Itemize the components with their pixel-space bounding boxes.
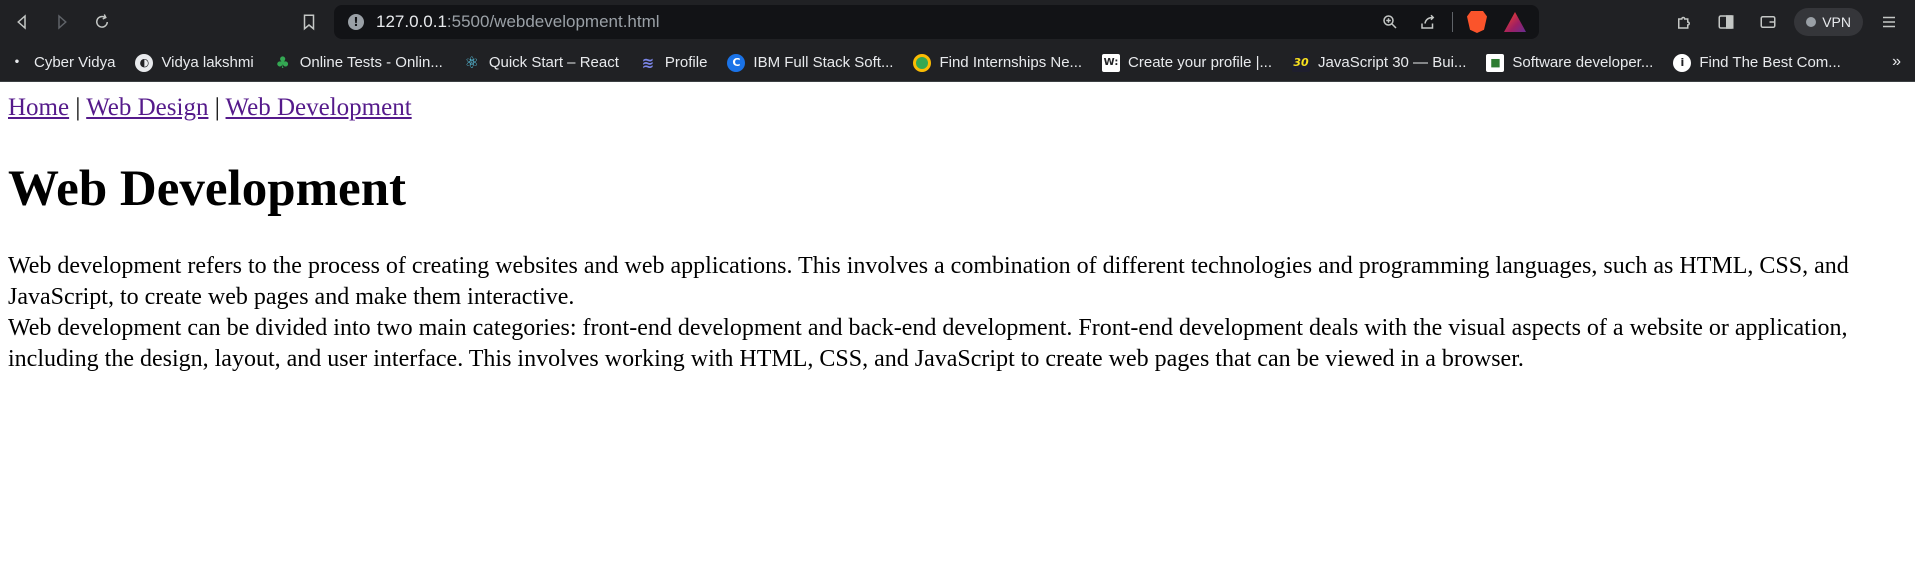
brave-shields-button[interactable] bbox=[1463, 8, 1491, 36]
info-icon: i bbox=[1673, 53, 1692, 72]
address-bar[interactable]: ! 127.0.0.1:5500/webdevelopment.html bbox=[334, 5, 1539, 39]
internship-icon bbox=[913, 53, 932, 72]
bookmark-label: Find Internships Ne... bbox=[939, 54, 1083, 71]
vpn-button[interactable]: VPN bbox=[1794, 8, 1863, 36]
profile-icon: ≋ bbox=[641, 53, 655, 72]
address-bar-actions bbox=[1376, 5, 1529, 39]
bookmarks-bar: • Cyber Vidya ◐ Vidya lakshmi ♣ Online T… bbox=[0, 44, 1915, 82]
bookmarks-overflow-button[interactable]: » bbox=[1892, 53, 1901, 71]
bookmark-page-button[interactable] bbox=[293, 6, 325, 38]
zoom-icon bbox=[1383, 15, 1397, 29]
sidebar-icon bbox=[1718, 15, 1734, 29]
brave-rewards-button[interactable] bbox=[1501, 8, 1529, 36]
zoom-button[interactable] bbox=[1376, 8, 1404, 36]
bookmark-find-internships[interactable]: Find Internships Ne... bbox=[913, 53, 1083, 72]
url-host: 127.0.0.1 bbox=[376, 12, 447, 31]
bookmark-label: Online Tests - Onlin... bbox=[299, 54, 443, 71]
reload-button[interactable] bbox=[86, 6, 118, 38]
reload-icon bbox=[96, 14, 108, 28]
url-path: :5500/webdevelopment.html bbox=[446, 12, 660, 31]
nav-link-web-design[interactable]: Web Design bbox=[86, 94, 208, 121]
coursera-icon: C bbox=[727, 53, 746, 72]
sidebar-button[interactable] bbox=[1710, 6, 1742, 38]
nav-buttons bbox=[6, 6, 118, 38]
job-icon: ■ bbox=[1486, 53, 1505, 72]
menu-button[interactable] bbox=[1873, 6, 1905, 38]
paragraph-intro: Web development refers to the process of… bbox=[8, 253, 1849, 310]
share-button[interactable] bbox=[1414, 8, 1442, 36]
bookmark-online-tests[interactable]: ♣ Online Tests - Onlin... bbox=[274, 53, 443, 72]
page-title: Web Development bbox=[8, 161, 407, 217]
paragraph-categories: Web development can be divided into two … bbox=[8, 315, 1848, 372]
bookmark-label: Find The Best Com... bbox=[1699, 54, 1841, 71]
vpn-label: VPN bbox=[1822, 14, 1851, 30]
bookmark-find-best-company[interactable]: i Find The Best Com... bbox=[1673, 53, 1841, 72]
bookmark-create-profile[interactable]: W: Create your profile |... bbox=[1102, 53, 1273, 72]
bookmark-ibm-full-stack[interactable]: C IBM Full Stack Soft... bbox=[727, 53, 894, 72]
page-content: Home | Web Design | Web Development Web … bbox=[0, 95, 1915, 375]
bookmark-profile[interactable]: ≋ Profile bbox=[639, 54, 708, 72]
brave-lion-icon bbox=[1467, 11, 1487, 33]
bookmark-label: Create your profile |... bbox=[1128, 54, 1273, 71]
cyber-vidya-icon: • bbox=[13, 57, 21, 68]
puzzle-icon bbox=[1678, 16, 1691, 29]
bookmark-icon bbox=[303, 14, 315, 31]
site-info-icon[interactable]: ! bbox=[348, 14, 364, 30]
share-icon bbox=[1421, 14, 1435, 29]
wallet-button[interactable] bbox=[1752, 6, 1784, 38]
back-arrow-icon bbox=[17, 14, 26, 30]
bookmark-cyber-vidya[interactable]: • Cyber Vidya bbox=[8, 54, 116, 72]
page-body: Web development refers to the process of… bbox=[8, 251, 1908, 375]
forward-arrow-icon bbox=[58, 14, 67, 30]
w-icon: W: bbox=[1102, 53, 1121, 72]
hamburger-menu-icon bbox=[1883, 16, 1895, 28]
separator bbox=[1452, 12, 1453, 32]
site-nav: Home | Web Design | Web Development bbox=[8, 95, 1907, 121]
forward-button[interactable] bbox=[46, 6, 78, 38]
bookmark-javascript-30[interactable]: 30 JavaScript 30 — Bui... bbox=[1292, 53, 1467, 72]
bookmark-label: Cyber Vidya bbox=[34, 54, 116, 71]
nav-link-home[interactable]: Home bbox=[8, 94, 69, 121]
vpn-status-icon bbox=[1806, 17, 1817, 27]
bookmark-label: Quick Start – React bbox=[488, 54, 619, 71]
bookmark-label: Software developer... bbox=[1512, 54, 1654, 71]
bookmark-react[interactable]: ⚛ Quick Start – React bbox=[463, 53, 619, 72]
bookmark-software-developer[interactable]: ■ Software developer... bbox=[1486, 53, 1654, 72]
bat-triangle-icon bbox=[1504, 12, 1526, 32]
bookmark-vidya-lakshmi[interactable]: ◐ Vidya lakshmi bbox=[135, 53, 254, 72]
nav-separator: | bbox=[214, 94, 220, 121]
bookmark-label: JavaScript 30 — Bui... bbox=[1318, 54, 1467, 71]
globe-icon: ◐ bbox=[135, 53, 154, 72]
wallet-icon bbox=[1760, 16, 1776, 28]
react-icon: ⚛ bbox=[464, 53, 479, 72]
bookmark-label: Vidya lakshmi bbox=[161, 54, 254, 71]
toolbar-right-actions: VPN bbox=[1668, 0, 1905, 44]
js30-icon: 30 bbox=[1292, 53, 1311, 72]
extensions-button[interactable] bbox=[1668, 6, 1700, 38]
nav-separator: | bbox=[75, 94, 81, 121]
bookmark-label: Profile bbox=[664, 54, 708, 71]
bookmark-label: IBM Full Stack Soft... bbox=[753, 54, 894, 71]
back-button[interactable] bbox=[6, 6, 38, 38]
tree-icon: ♣ bbox=[275, 53, 290, 72]
browser-toolbar: ! 127.0.0.1:5500/webdevelopment.html VP… bbox=[0, 0, 1915, 44]
nav-link-web-development[interactable]: Web Development bbox=[226, 94, 412, 121]
